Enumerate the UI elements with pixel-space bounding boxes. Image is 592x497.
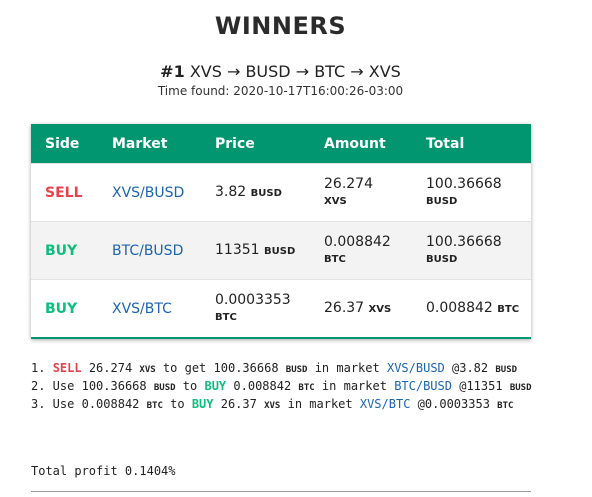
amount-cell: 0.008842 BTC xyxy=(324,234,426,268)
trades-table: Side Market Price Amount Total SELL XVS/… xyxy=(31,124,531,339)
amount-cell: 26.37 XVS xyxy=(324,300,426,318)
step-market-link[interactable]: XVS/BUSD xyxy=(387,361,445,375)
step-result-unit: BUSD xyxy=(285,365,308,375)
step-unit: BTC xyxy=(146,401,163,411)
market-link[interactable]: XVS/BTC xyxy=(112,301,215,317)
step-line: 2. Use 100.36668 BUSD to BUY 0.008842 BT… xyxy=(31,378,551,396)
step-action: BUY xyxy=(191,397,214,411)
rank-label: #1 xyxy=(160,62,185,81)
amount-cell: 26.274 XVS xyxy=(324,176,426,210)
market-link[interactable]: BTC/BUSD xyxy=(112,243,215,259)
step-result: 100.36668 xyxy=(213,361,279,375)
step-price-unit: BUSD xyxy=(509,383,532,393)
price-cell: 3.82 BUSD xyxy=(215,184,324,202)
step-market-text: in market xyxy=(321,379,387,393)
price-unit: BUSD xyxy=(264,245,296,257)
table-row: BUY BTC/BUSD 11351 BUSD 0.008842 BTC 100.… xyxy=(31,221,531,279)
amount-unit: BTC xyxy=(324,253,346,265)
step-price-unit: BTC xyxy=(497,401,514,411)
header-side: Side xyxy=(45,135,80,152)
price-value: 0.0003353 xyxy=(215,291,291,308)
step-price: @3.82 xyxy=(452,361,489,375)
step-number: 2. Use xyxy=(31,379,75,393)
step-result-unit: XVS xyxy=(264,401,281,411)
step-unit: BUSD xyxy=(153,383,176,393)
total-cell: 100.36668 BUSD xyxy=(426,234,531,268)
amount-value: 26.37 xyxy=(324,299,365,316)
side-cell: SELL xyxy=(45,184,83,201)
amount-unit: XVS xyxy=(324,195,347,207)
market-link[interactable]: XVS/BUSD xyxy=(112,185,215,201)
total-cell: 100.36668 BUSD xyxy=(426,176,531,210)
step-price-unit: BUSD xyxy=(495,365,518,375)
price-unit: BUSD xyxy=(250,187,282,199)
step-line: 3. Use 0.008842 BTC to BUY 26.37 XVS in … xyxy=(31,396,551,414)
page-title: WINNERS xyxy=(214,12,347,40)
step-unit: XVS xyxy=(139,365,156,375)
header-total: Total xyxy=(426,135,465,152)
total-value: 0.008842 xyxy=(426,299,493,316)
total-unit: BTC xyxy=(497,303,520,315)
step-price: @11351 xyxy=(459,379,503,393)
step-market-link[interactable]: BTC/BUSD xyxy=(394,379,452,393)
divider xyxy=(31,491,531,492)
step-amount: 26.274 xyxy=(88,361,133,375)
step-result-unit: BTC xyxy=(298,383,315,393)
header-price: Price xyxy=(215,135,255,152)
trade-steps: 1. SELL 26.274 XVS to get 100.36668 BUSD… xyxy=(31,360,551,414)
table-row: BUY XVS/BTC 0.0003353 BTC 26.37 XVS 0.008… xyxy=(31,279,531,337)
total-unit: BUSD xyxy=(426,195,458,207)
route-path: XVS → BUSD → BTC → XVS xyxy=(189,62,401,81)
step-action: SELL xyxy=(52,361,82,375)
side-cell: BUY xyxy=(45,300,78,317)
total-value: 100.36668 xyxy=(426,175,502,192)
step-amount: 0.008842 xyxy=(81,397,140,411)
step-mid: to xyxy=(170,397,185,411)
step-result: 26.37 xyxy=(220,397,257,411)
time-found: Time found: 2020-10-17T16:00:26-03:00 xyxy=(157,84,404,98)
amount-value: 26.274 xyxy=(324,175,373,192)
price-value: 11351 xyxy=(215,241,260,258)
step-mid: to xyxy=(182,379,198,393)
total-profit: Total profit 0.1404% xyxy=(31,464,176,478)
price-cell: 0.0003353 BTC xyxy=(215,292,324,326)
amount-value: 0.008842 xyxy=(324,233,391,250)
step-result: 0.008842 xyxy=(233,379,292,393)
price-value: 3.82 xyxy=(215,183,247,200)
step-price: @0.0003353 xyxy=(417,397,490,411)
side-cell: BUY xyxy=(45,242,78,259)
step-amount: 100.36668 xyxy=(81,379,147,393)
total-cell: 0.008842 BTC xyxy=(426,300,531,318)
total-value: 100.36668 xyxy=(426,233,502,250)
total-unit: BUSD xyxy=(426,253,458,265)
amount-unit: XVS xyxy=(368,303,392,315)
step-line: 1. SELL 26.274 XVS to get 100.36668 BUSD… xyxy=(31,360,551,378)
header-amount: Amount xyxy=(324,135,386,152)
table-row: SELL XVS/BUSD 3.82 BUSD 26.274 XVS 100.36… xyxy=(31,163,531,221)
price-unit: BTC xyxy=(215,311,237,323)
header-market: Market xyxy=(112,135,168,152)
step-mid: to get xyxy=(162,361,207,375)
step-market-link[interactable]: XVS/BTC xyxy=(360,397,411,411)
step-action: BUY xyxy=(204,379,227,393)
route-heading: #1 XVS → BUSD → BTC → XVS xyxy=(0,62,561,81)
step-market-text: in market xyxy=(314,361,380,375)
step-number: 3. Use xyxy=(31,397,75,411)
price-cell: 11351 BUSD xyxy=(215,242,324,260)
table-header: Side Market Price Amount Total xyxy=(31,124,531,163)
step-number: 1. xyxy=(31,361,46,375)
step-market-text: in market xyxy=(287,397,353,411)
